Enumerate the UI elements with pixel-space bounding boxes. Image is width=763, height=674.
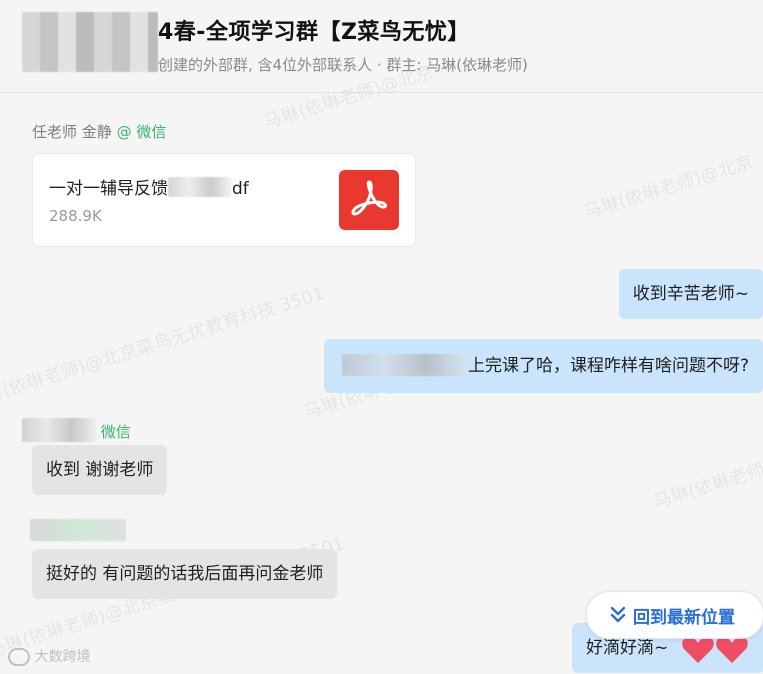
group-title[interactable]: 4春-全项学习群【Z菜鸟无忧】 [158, 14, 470, 46]
chat-header: 4春-全项学习群【Z菜鸟无忧】 创建的外部群, 含4位外部联系人 · 群主: 马… [0, 0, 763, 93]
brand-logo-icon [8, 648, 30, 666]
redacted-sender-name[interactable] [22, 418, 96, 442]
file-message-card[interactable]: 一对一辅导反馈 df 288.9K [32, 153, 416, 247]
message-bubble-incoming[interactable]: 挺好的 有问题的话我后面再问金老师 [32, 549, 338, 599]
double-chevron-down-icon [610, 606, 626, 623]
message-bubble-incoming[interactable]: 收到 谢谢老师 [32, 445, 168, 495]
message-bubble-outgoing[interactable]: 上完课了哈，课程咋样有啥问题不呀? [323, 339, 763, 393]
pdf-file-icon [339, 170, 399, 230]
file-size: 288.9K [49, 207, 102, 225]
watermark: 马琳(依琳老师)@北京 [581, 151, 756, 224]
watermark: 马琳(依琳老师)@北京菜鸟无忧教育科技 3501 [0, 283, 327, 412]
group-avatar-blurred [22, 12, 158, 72]
group-subtitle: 创建的外部群, 含4位外部联系人 · 群主: 马琳(依琳老师) [158, 56, 528, 74]
message-sender: 任老师 金静 @ 微信 [32, 121, 166, 142]
redacted-mention [341, 354, 468, 376]
message-sender: 微信 [22, 413, 131, 442]
jump-to-latest-button[interactable]: 回到最新位置 [586, 591, 763, 639]
jump-to-latest-label: 回到最新位置 [633, 608, 735, 628]
redacted-text [168, 177, 232, 197]
chat-message-list[interactable]: 马琳(依琳老师)@北京菜鸟无忧教育科技 3501 马琳(依琳老师)@北京 马琳(… [0, 62, 763, 674]
sender-name[interactable]: 任老师 金静 [32, 123, 112, 141]
file-name: 一对一辅导反馈 df [49, 177, 249, 199]
footer-watermark-logo: 大数跨境 [8, 646, 90, 666]
wechat-tag: @ 微信 [116, 123, 167, 141]
wechat-tag: 微信 [100, 423, 131, 441]
redacted-sender-name[interactable] [30, 519, 126, 541]
watermark: 马琳(依琳老师)@北京 [651, 441, 763, 514]
message-bubble-outgoing[interactable]: 收到辛苦老师~ [618, 269, 763, 319]
